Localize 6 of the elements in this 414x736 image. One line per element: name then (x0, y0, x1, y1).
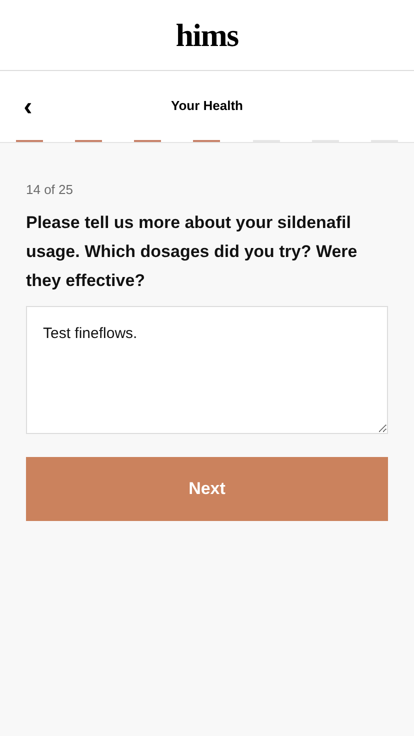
logo: hims (176, 19, 238, 51)
section-title: Your Health (171, 96, 243, 115)
answer-field[interactable]: Test fineflows. (26, 306, 388, 434)
question-counter: 14 of 25 (26, 181, 74, 199)
question-text: Please tell us more about your sildenafil usage. Which dosages did you try? Were they effective? (26, 212, 358, 292)
back-button[interactable]: ‹ (16, 90, 40, 122)
